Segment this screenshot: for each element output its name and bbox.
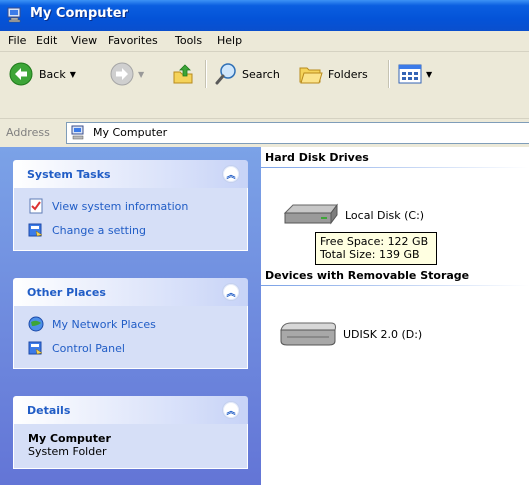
toolbar: Back ▼ ▼ Search Folders ▼ [0,52,529,118]
control-panel-label: Control Panel [52,341,125,355]
menu-bar: File Edit View Favorites Tools Help [0,31,529,52]
tooltip-free-space: Free Space: 122 GB [320,235,429,248]
control-panel-icon [28,223,43,237]
control-panel-link[interactable]: Control Panel [14,336,247,360]
system-tasks-body: View system information Change a setting [13,188,248,251]
search-button[interactable]: Search [214,61,280,87]
search-icon [215,63,236,85]
views-button[interactable]: ▼ [398,61,432,87]
address-bar: Address My Computer [0,118,529,147]
drive-info-tooltip: Free Space: 122 GB Total Size: 139 GB [315,232,437,265]
menu-view[interactable]: View [71,34,97,47]
folders-label: Folders [328,67,368,81]
drive-item-c[interactable]: Local Disk (C:) [281,201,424,229]
details-type: System Folder [28,445,107,458]
up-folder-icon [173,64,193,84]
my-network-places-label: My Network Places [52,317,156,331]
other-places-body: My Network Places Control Panel [13,306,248,369]
views-dropdown-icon[interactable]: ▼ [426,70,432,79]
menu-help[interactable]: Help [217,34,242,47]
collapse-chevron-icon[interactable]: ︽ [222,165,240,183]
toolbar-separator [205,60,207,88]
other-places-header[interactable]: Other Places ︽ [13,278,248,306]
task-pane: System Tasks ︽ View system information C… [0,147,261,485]
address-value: My Computer [93,126,168,139]
details-title: Details [27,404,71,417]
forward-button[interactable]: ▼ [110,61,144,87]
system-info-icon [29,198,43,214]
my-network-places-link[interactable]: My Network Places [14,312,247,336]
forward-dropdown-icon[interactable]: ▼ [138,70,144,79]
system-tasks-panel: System Tasks ︽ View system information C… [13,160,248,251]
hard-drive-icon [283,203,338,225]
folders-button[interactable]: Folders [298,61,368,87]
back-arrow-icon [9,62,33,86]
drive-item-d[interactable]: UDISK 2.0 (D:) [277,319,422,349]
address-label: Address [6,126,50,139]
details-body: My Computer System Folder [13,424,248,469]
details-name: My Computer [28,432,111,445]
collapse-chevron-icon[interactable]: ︽ [222,283,240,301]
change-a-setting-label: Change a setting [52,223,146,237]
my-computer-icon [7,7,21,23]
title-bar[interactable]: My Computer [0,0,529,31]
details-header[interactable]: Details ︽ [13,396,248,424]
drive-d-label: UDISK 2.0 (D:) [343,327,423,341]
view-system-information-link[interactable]: View system information [14,194,247,218]
control-panel-icon [28,341,43,355]
removable-storage-header: Devices with Removable Storage [265,269,470,282]
toolbar-separator-2 [388,60,390,88]
drive-c-label: Local Disk (C:) [345,208,425,222]
group-divider [261,167,529,168]
menu-favorites[interactable]: Favorites [108,34,158,47]
up-folder-button[interactable] [172,61,196,87]
details-panel: Details ︽ My Computer System Folder [13,396,248,469]
back-label: Back [39,67,66,81]
change-a-setting-link[interactable]: Change a setting [14,218,247,242]
menu-file[interactable]: File [8,34,26,47]
view-system-information-label: View system information [52,199,189,213]
address-input[interactable]: My Computer [66,122,529,144]
back-dropdown-icon[interactable]: ▼ [70,70,76,79]
system-tasks-header[interactable]: System Tasks ︽ [13,160,248,188]
forward-arrow-icon [110,62,134,86]
back-button[interactable]: Back ▼ [9,61,76,87]
window-title: My Computer [30,6,128,21]
other-places-panel: Other Places ︽ My Network Places Control… [13,278,248,369]
search-label: Search [242,67,280,81]
views-icon [398,64,422,84]
collapse-chevron-icon[interactable]: ︽ [222,401,240,419]
group-divider [261,285,529,286]
file-list-view[interactable]: Hard Disk Drives Local Disk (C:) Devices… [261,147,529,485]
folders-icon [299,67,323,84]
network-places-icon [28,316,44,332]
tooltip-total-size: Total Size: 139 GB [320,248,420,261]
hard-disk-drives-header: Hard Disk Drives [265,151,369,164]
menu-tools[interactable]: Tools [175,34,202,47]
other-places-title: Other Places [27,286,106,299]
menu-edit[interactable]: Edit [36,34,57,47]
system-tasks-title: System Tasks [27,168,111,181]
my-computer-icon [71,125,84,140]
removable-drive-icon [280,322,336,346]
